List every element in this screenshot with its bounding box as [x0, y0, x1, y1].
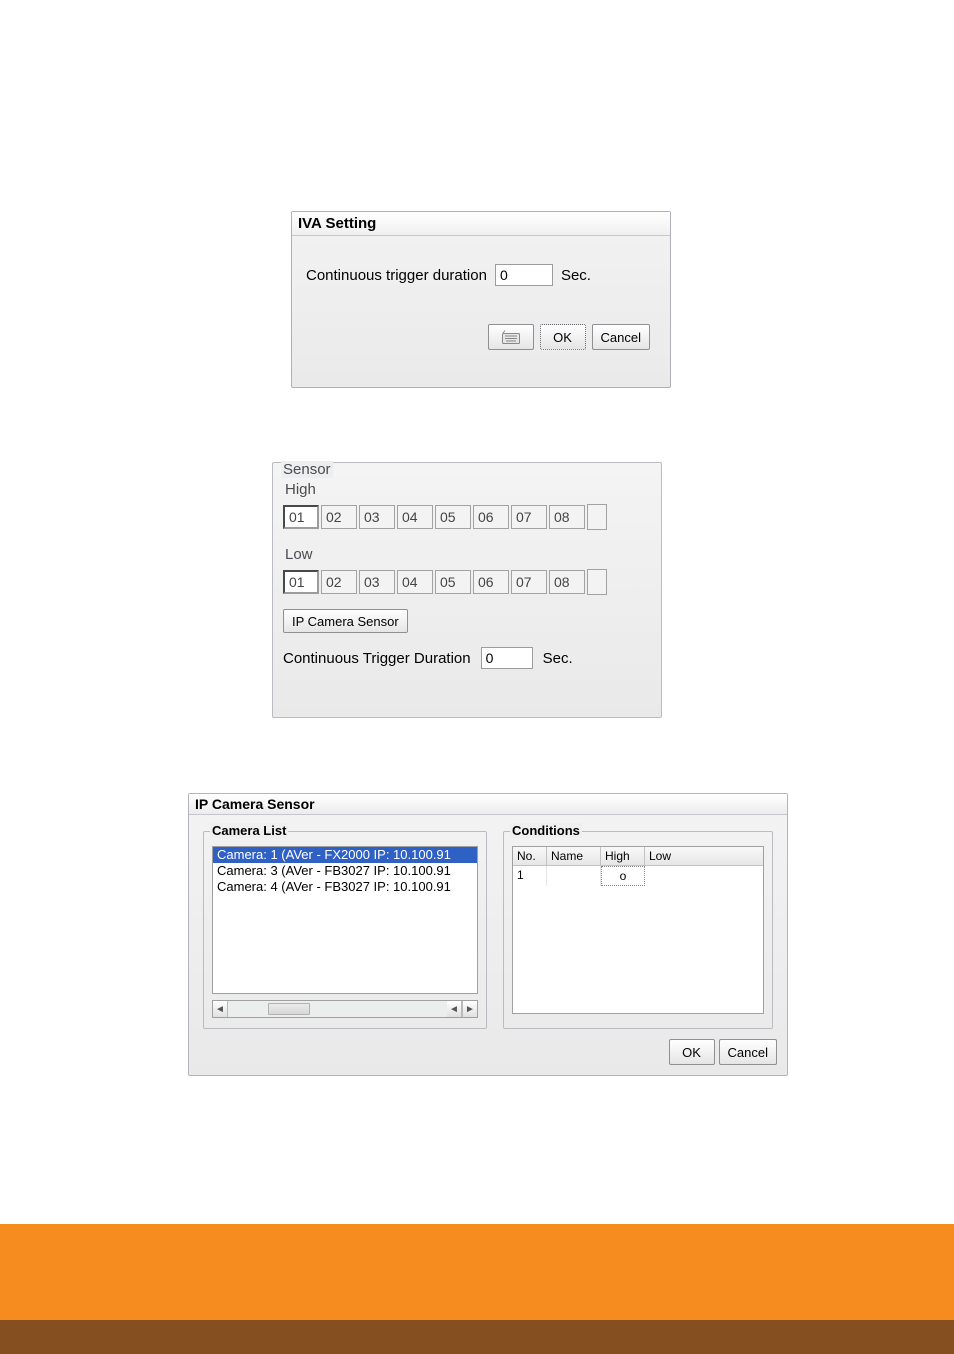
footer-band [0, 1224, 954, 1354]
scroll-track[interactable] [228, 1001, 447, 1017]
sensor-ctd-label: Continuous Trigger Duration [283, 650, 471, 667]
sensor-cell[interactable]: 06 [473, 505, 509, 529]
iva-ctd-unit: Sec. [561, 267, 591, 284]
sensor-cell[interactable]: 01 [283, 505, 319, 529]
sensor-cell[interactable]: 02 [321, 505, 357, 529]
sensor-ctd-unit: Sec. [543, 650, 573, 667]
footer-brown [0, 1320, 954, 1354]
scroll-left-icon[interactable]: ◄ [213, 1001, 228, 1017]
scroll-left2-icon[interactable]: ◄ [447, 1001, 462, 1017]
cond-header-no[interactable]: No. [513, 847, 547, 865]
table-row[interactable]: 1o [513, 866, 763, 886]
sensor-low-label: Low [285, 546, 651, 563]
ip-camera-sensor-dialog: IP Camera Sensor Camera List Camera: 1 (… [188, 793, 788, 1076]
sensor-cell[interactable]: 02 [321, 570, 357, 594]
scroll-thumb[interactable] [268, 1003, 310, 1015]
cond-header-name[interactable]: Name [547, 847, 601, 865]
cond-cell-name [547, 866, 601, 886]
sensor-ctd-input[interactable] [481, 647, 533, 669]
camera-list-legend: Camera List [210, 823, 288, 838]
keyboard-icon [502, 330, 520, 344]
iva-title: IVA Setting [292, 212, 670, 236]
ipcs-ok-button[interactable]: OK [669, 1039, 715, 1065]
sensor-cell[interactable]: 07 [511, 505, 547, 529]
cond-header-high[interactable]: High [601, 847, 645, 865]
sensor-cell[interactable]: 01 [283, 570, 319, 594]
sensor-cell[interactable]: 08 [549, 570, 585, 594]
cond-cell-no: 1 [513, 866, 547, 886]
list-item[interactable]: Camera: 1 (AVer - FX2000 IP: 10.100.91 [213, 847, 477, 863]
sensor-cell[interactable]: 03 [359, 570, 395, 594]
cond-cell-low[interactable] [645, 866, 763, 886]
sensor-tail [587, 504, 607, 530]
camera-list-hscrollbar[interactable]: ◄ ◄ ► [212, 1000, 478, 1018]
ipcs-title: IP Camera Sensor [189, 794, 787, 815]
iva-setting-dialog: IVA Setting Continuous trigger duration … [291, 211, 671, 388]
list-item[interactable]: Camera: 3 (AVer - FB3027 IP: 10.100.91 [213, 863, 477, 879]
sensor-cell[interactable]: 05 [435, 505, 471, 529]
footer-orange [0, 1224, 954, 1320]
scroll-right-icon[interactable]: ► [462, 1001, 477, 1017]
iva-ctd-label: Continuous trigger duration [306, 267, 487, 284]
sensor-cell[interactable]: 07 [511, 570, 547, 594]
conditions-legend: Conditions [510, 823, 582, 838]
sensor-cell[interactable]: 04 [397, 570, 433, 594]
iva-ok-button[interactable]: OK [540, 324, 586, 350]
list-item[interactable]: Camera: 4 (AVer - FB3027 IP: 10.100.91 [213, 879, 477, 895]
cond-cell-high[interactable]: o [601, 866, 645, 886]
sensor-cell[interactable]: 08 [549, 505, 585, 529]
iva-ctd-input[interactable] [495, 264, 553, 286]
cond-header-low[interactable]: Low [645, 847, 763, 865]
camera-listbox[interactable]: Camera: 1 (AVer - FX2000 IP: 10.100.91Ca… [212, 846, 478, 994]
sensor-cell[interactable]: 05 [435, 570, 471, 594]
conditions-table[interactable]: No. Name High Low 1o [512, 846, 764, 1014]
sensor-cell[interactable]: 03 [359, 505, 395, 529]
sensor-cell[interactable]: 04 [397, 505, 433, 529]
conditions-groupbox: Conditions No. Name High Low 1o [503, 831, 773, 1029]
keyboard-icon-button[interactable] [488, 324, 534, 350]
sensor-legend: Sensor [281, 461, 333, 478]
ip-camera-sensor-button[interactable]: IP Camera Sensor [283, 609, 408, 633]
sensor-high-label: High [285, 481, 651, 498]
ipcs-cancel-button[interactable]: Cancel [719, 1039, 777, 1065]
conditions-header: No. Name High Low [513, 847, 763, 866]
sensor-cell[interactable]: 06 [473, 570, 509, 594]
sensor-groupbox: Sensor High 0102030405060708 Low 0102030… [272, 462, 662, 718]
camera-list-groupbox: Camera List Camera: 1 (AVer - FX2000 IP:… [203, 831, 487, 1029]
sensor-high-row: 0102030405060708 [283, 504, 651, 530]
iva-cancel-button[interactable]: Cancel [592, 324, 650, 350]
sensor-low-row: 0102030405060708 [283, 569, 651, 595]
sensor-tail [587, 569, 607, 595]
